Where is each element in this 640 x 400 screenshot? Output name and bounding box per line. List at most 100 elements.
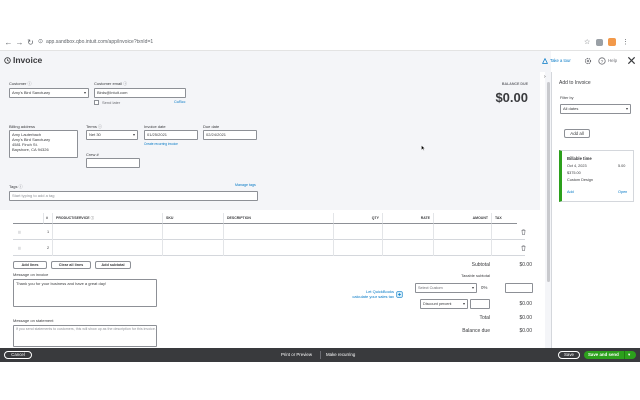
card-add-link[interactable]: Add <box>567 190 574 194</box>
back-icon[interactable]: ← <box>4 38 13 47</box>
split-divider <box>624 351 625 359</box>
card-open-link[interactable]: Open <box>618 190 627 194</box>
message-invoice-label: Message on invoice <box>13 272 49 277</box>
billing-address-label: Billing address <box>9 124 36 129</box>
page-title: Invoice <box>13 55 43 65</box>
terms-select[interactable]: Net 30 ▾ <box>86 130 138 140</box>
take-tour-link[interactable]: Take a tour <box>550 56 571 66</box>
column-header-sku: SKU <box>162 213 223 224</box>
tax-rate-value: 0% <box>481 285 488 290</box>
discount-select-value: Discount percent <box>423 302 452 306</box>
invoice-date-input[interactable]: 01/25/2021 <box>144 130 198 140</box>
column-header-amount: AMOUNT <box>433 213 491 224</box>
chevron-down-icon: ▾ <box>132 132 135 137</box>
customer-email-input[interactable]: Birds@Intuit.com <box>94 88 186 98</box>
clear-all-lines-button[interactable]: Clear all lines <box>51 261 91 269</box>
tour-icon[interactable] <box>542 58 548 64</box>
customer-label: Customer ⓘ <box>9 81 32 86</box>
tax-rate-select[interactable]: Select Custom ▾ <box>415 283 477 293</box>
amount-cell[interactable] <box>433 224 491 240</box>
amount-cell[interactable] <box>433 240 491 256</box>
invoice-date-label: Invoice date <box>144 124 166 129</box>
qty-cell[interactable] <box>333 240 382 256</box>
save-and-send-button[interactable]: Save and send ▾ <box>584 351 636 359</box>
trash-icon[interactable] <box>521 229 526 235</box>
date-filter-select[interactable]: All dates ▾ <box>560 104 631 114</box>
info-icon: ⓘ <box>90 216 95 220</box>
qty-cell[interactable] <box>333 224 382 240</box>
rate-cell[interactable] <box>382 224 433 240</box>
sales-tax-promo-link[interactable]: Let QuickBooks calculate your sales tax <box>340 289 394 299</box>
save-and-send-label: Save and send <box>588 352 619 357</box>
terms-value: Net 30 <box>89 132 101 137</box>
description-cell[interactable] <box>223 224 333 240</box>
column-header-product: PRODUCT/SERVICE ⓘ <box>52 213 162 224</box>
extension-icon[interactable] <box>596 39 603 46</box>
message-invoice-textarea[interactable]: Thank you for your business and have a g… <box>13 279 157 307</box>
footer-divider <box>320 351 321 359</box>
save-button[interactable]: Save <box>558 351 580 359</box>
add-all-button[interactable]: Add all <box>564 129 590 138</box>
print-preview-button[interactable]: Print or Preview <box>281 352 312 358</box>
message-statement-textarea[interactable]: If you send statements to customers, thi… <box>13 325 157 347</box>
crew-input[interactable] <box>86 158 140 168</box>
description-cell[interactable] <box>223 240 333 256</box>
help-icon[interactable]: ? <box>598 57 606 65</box>
gear-icon[interactable] <box>584 57 592 65</box>
due-date-input[interactable]: 02/24/2021 <box>203 130 257 140</box>
product-cell[interactable] <box>52 224 162 240</box>
add-lines-button[interactable]: Add lines <box>13 261 47 269</box>
discount-input[interactable] <box>470 299 490 309</box>
discount-type-select[interactable]: Discount percent ▾ <box>420 299 468 309</box>
crew-label: Crew # <box>86 152 99 157</box>
card-description: Custom Design <box>567 178 593 182</box>
info-icon: ⓘ <box>18 184 23 189</box>
collapse-panel-icon[interactable]: › <box>544 74 546 80</box>
chevron-down-icon[interactable]: ▾ <box>628 352 630 358</box>
table-row[interactable]: ⠿ 2 <box>13 240 526 256</box>
header-actions: Take a tour ? Help <box>540 51 640 72</box>
customer-email-label: Customer email ⓘ <box>94 81 128 86</box>
close-icon[interactable] <box>627 56 636 65</box>
reload-icon[interactable]: ↻ <box>26 38 35 47</box>
discount-value: $0.00 <box>519 301 532 307</box>
tax-cell[interactable] <box>491 224 517 240</box>
trash-icon[interactable] <box>521 245 526 251</box>
column-header-tax: TAX <box>491 213 517 224</box>
balance-due-value: $0.00 <box>495 90 528 105</box>
footer-bar: Cancel Print or Preview Make recurring S… <box>0 348 640 362</box>
add-subtotal-button[interactable]: Add subtotal <box>95 261 131 269</box>
star-icon[interactable]: ☆ <box>584 38 593 47</box>
cancel-button[interactable]: Cancel <box>4 351 32 359</box>
product-cell[interactable] <box>52 240 162 256</box>
manage-tags-link[interactable]: Manage tags <box>235 183 256 187</box>
total-label: Total <box>479 315 490 321</box>
menu-icon[interactable]: ⋮ <box>622 38 631 47</box>
column-header-num: # <box>43 213 52 224</box>
drag-handle-icon[interactable]: ⠿ <box>18 230 21 235</box>
billing-address-textarea[interactable]: Amy Lauterbach Amy's Bird Sanctuary 4581… <box>9 130 78 158</box>
customer-select[interactable]: Amy's Bird Sanctuary ▾ <box>9 88 89 98</box>
profile-icon[interactable] <box>608 38 616 46</box>
forward-icon[interactable]: → <box>15 38 24 47</box>
send-later-checkbox[interactable] <box>94 100 99 105</box>
tags-label: Tags ⓘ <box>9 184 23 189</box>
create-recurring-link[interactable]: Create recurring invoice <box>144 142 178 146</box>
tags-input[interactable]: Start typing to add a tag <box>9 191 258 201</box>
chevron-down-icon: ▾ <box>625 106 628 111</box>
card-title: Billable time <box>567 156 592 161</box>
billing-line: Bayshore, CA 94326 <box>12 147 49 152</box>
address-bar[interactable]: app.sandbox.qbo.intuit.com/app/invoice?t… <box>46 38 153 47</box>
make-recurring-button[interactable]: Make recurring <box>326 352 355 358</box>
rate-cell[interactable] <box>382 240 433 256</box>
sku-cell[interactable] <box>162 240 223 256</box>
help-label[interactable]: Help <box>608 56 617 66</box>
sku-cell[interactable] <box>162 224 223 240</box>
cc-bcc-link[interactable]: Cc/Bcc <box>174 100 185 104</box>
history-icon[interactable] <box>4 57 11 64</box>
tax-cell[interactable] <box>491 240 517 256</box>
tax-amount-input[interactable] <box>505 283 533 293</box>
table-row[interactable]: ⠿ 1 <box>13 224 526 240</box>
drag-handle-icon[interactable]: ⠿ <box>18 246 21 251</box>
scrollbar-thumb[interactable] <box>547 82 550 282</box>
